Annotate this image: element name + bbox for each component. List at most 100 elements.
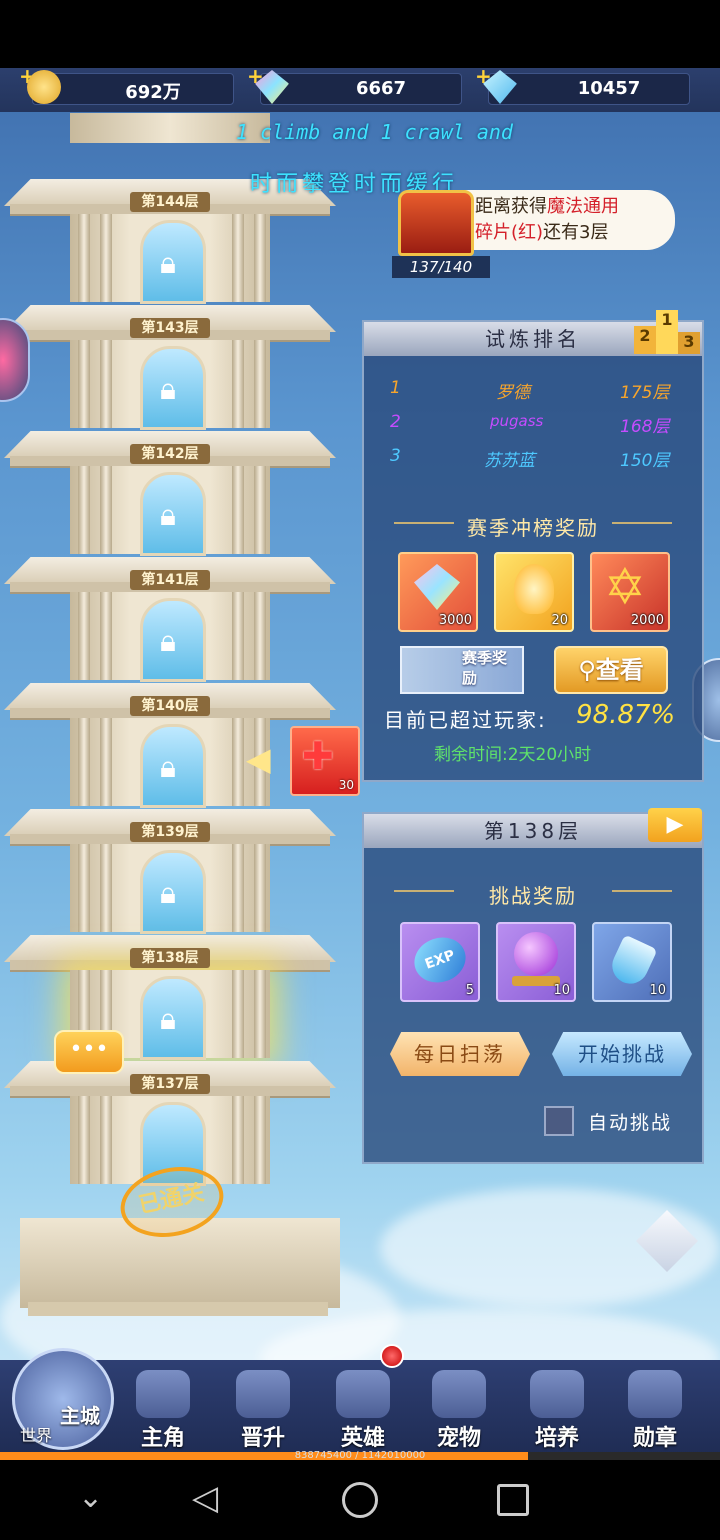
recents-icon[interactable] [497, 1484, 529, 1516]
crystal-value: 10457 [577, 78, 641, 99]
pet-icon [432, 1370, 486, 1418]
rainbow-diamond-icon [414, 564, 460, 610]
rank-floor: 150层 [620, 451, 670, 471]
column [78, 340, 90, 428]
nav-hero-main[interactable]: 主角 [118, 1366, 208, 1456]
treasure-chest-icon[interactable] [398, 190, 474, 256]
tower-floor[interactable]: 🔒︎ 第140层 [0, 680, 340, 808]
crystal-counter[interactable]: + 10457 [475, 68, 690, 105]
nav-pets[interactable]: 宠物 [414, 1366, 504, 1456]
arrow-left-icon: ◀ [246, 740, 271, 778]
lock-icon: 🔒︎ [160, 372, 176, 407]
promote-icon [236, 1370, 290, 1418]
challenge-reward-potion[interactable]: 10 [592, 922, 672, 1002]
challenge-reward-orb[interactable]: 10 [496, 922, 576, 1002]
reward-count: 5 [465, 983, 474, 998]
rank-floor: 175层 [620, 383, 670, 403]
video-replay-icon[interactable]: ▶ [648, 808, 702, 842]
lock-icon: 🔒︎ [160, 750, 176, 785]
home-icon[interactable] [342, 1482, 378, 1518]
rank-player-name: pugass [490, 412, 544, 430]
rank-floor: 168层 [620, 417, 670, 437]
nav-label: 勋章 [632, 1426, 677, 1451]
rank-row-3[interactable]: 3 苏苏蓝 150层 [364, 442, 702, 472]
podium-3: 3 [678, 332, 700, 354]
surpass-label: 目前已超过玩家: [384, 708, 547, 732]
nav-promote[interactable]: 晋升 [218, 1366, 308, 1456]
column [78, 214, 90, 302]
season-reward-diamond[interactable]: 3000 [398, 552, 478, 632]
column [254, 1096, 266, 1184]
diamond-value: 6667 [355, 78, 407, 99]
tower-floor[interactable]: 🔒︎ 第142层 [0, 428, 340, 556]
remaining-time: 剩余时间:2天20小时 [434, 745, 592, 765]
rank-number: 1 [390, 378, 401, 398]
diamond-counter[interactable]: + 6667 [247, 68, 462, 105]
season-banner-label: 赛季奖励 [462, 649, 508, 687]
tower-floor[interactable]: 第137层 [0, 1058, 340, 1186]
helmet-icon [336, 1370, 390, 1418]
daily-sweep-button[interactable]: 每日扫荡 [390, 1032, 530, 1076]
floor-label: 第137层 [130, 1074, 210, 1094]
nav-heroes[interactable]: 英雄 [318, 1344, 408, 1456]
nav-label: 培养 [534, 1426, 579, 1451]
gold-counter[interactable]: + 692万 [19, 68, 234, 105]
column [100, 466, 112, 554]
medal-icon [628, 1370, 682, 1418]
season-reward-flame[interactable]: 20 [494, 552, 574, 632]
lock-icon: 🔒︎ [160, 624, 176, 659]
column [78, 1096, 90, 1184]
column [78, 844, 90, 932]
column [100, 718, 112, 806]
exp-icon: EXP [408, 930, 472, 990]
season-reward-banner[interactable]: 赛季奖励 [400, 646, 524, 694]
rank-player-name: 罗德 [496, 383, 530, 403]
challenge-reward-title: 挑战奖励 [394, 880, 672, 908]
tower-floor[interactable]: 🔒︎ 第139层 [0, 806, 340, 934]
auto-challenge-checkbox[interactable] [544, 1106, 574, 1136]
reward-count: 10 [553, 983, 570, 998]
crystal-orb-icon [514, 932, 558, 976]
podium-1: 1 [656, 310, 678, 354]
chevron-down-icon[interactable]: ⌄ [78, 1480, 103, 1515]
podium-2: 2 [634, 326, 656, 354]
podium-icon: 2 1 3 [634, 310, 700, 354]
column [232, 970, 244, 1058]
nav-medals[interactable]: 勋章 [610, 1366, 700, 1456]
tower-floor[interactable]: 🔒︎ 第138层 [0, 932, 340, 1060]
column [232, 1096, 244, 1184]
side-menu-button[interactable] [0, 318, 30, 402]
tower-base-step [28, 1302, 328, 1316]
chat-bubble-button[interactable]: ••• [54, 1030, 124, 1074]
season-reward-star[interactable]: ✡ 2000 [590, 552, 670, 632]
cultivate-icon [530, 1370, 584, 1418]
rank-player-name: 苏苏蓝 [484, 451, 535, 471]
column [100, 844, 112, 932]
puzzle-reward[interactable]: ✚ 30 [290, 726, 360, 796]
back-icon[interactable]: ◁ [192, 1478, 218, 1518]
tower-floor[interactable]: 🔒︎ 第141层 [0, 554, 340, 682]
column [232, 844, 244, 932]
rank-row-1[interactable]: 1 罗德 175层 [364, 374, 702, 404]
bottom-nav: 主城 世界 主角 晋升 英雄 宠物 培养 勋章 [0, 1344, 720, 1460]
flame-icon [514, 564, 554, 614]
season-reward-title: 赛季冲榜奖励 [394, 512, 672, 540]
notification-dot [380, 1344, 404, 1368]
rank-row-2[interactable]: 2 pugass 168层 [364, 408, 702, 438]
title-english: 1 climb and 1 crawl and [236, 120, 513, 144]
nav-cultivate[interactable]: 培养 [512, 1366, 602, 1456]
nav-label: 主角 [140, 1426, 185, 1451]
world-label: 世界 [20, 1426, 53, 1445]
start-challenge-button[interactable]: 开始挑战 [552, 1032, 692, 1076]
tip-line-2: 碎片(红)还有3层 [475, 220, 665, 246]
reward-count: 2000 [630, 613, 664, 628]
floor-label: 第142层 [130, 444, 210, 464]
view-button[interactable]: ⚲查看 [554, 646, 668, 694]
reward-count: 3000 [438, 613, 472, 628]
protagonist-icon [136, 1370, 190, 1418]
tower-floor[interactable]: 🔒︎ 第143层 [0, 302, 340, 430]
main-city-button[interactable]: 主城 世界 [8, 1330, 114, 1450]
column [254, 970, 266, 1058]
column [232, 592, 244, 680]
challenge-reward-exp[interactable]: EXP 5 [400, 922, 480, 1002]
